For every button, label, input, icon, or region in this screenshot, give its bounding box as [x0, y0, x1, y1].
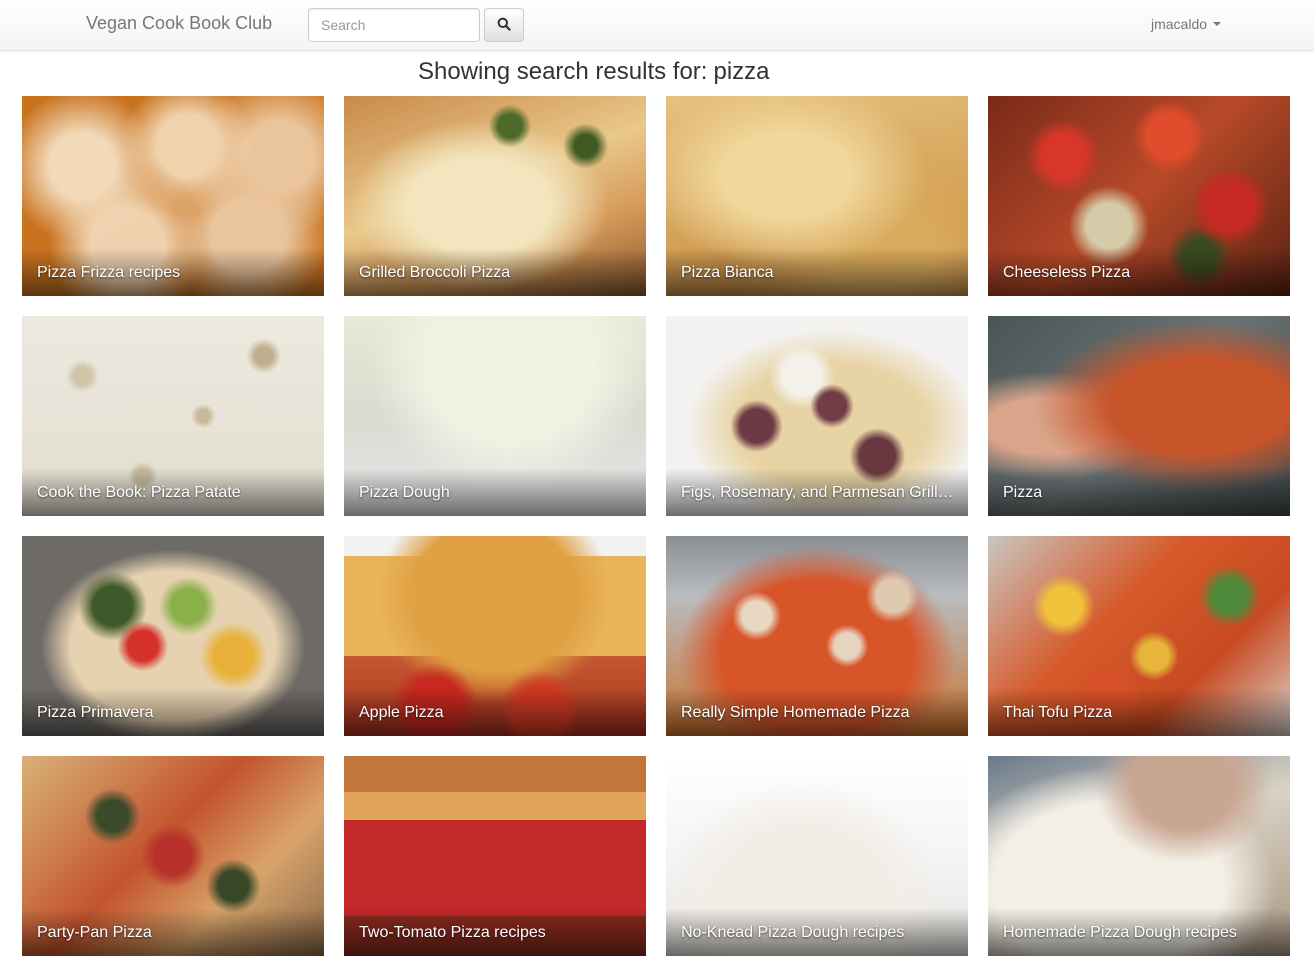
- recipe-title: Pizza: [1003, 484, 1043, 501]
- recipe-card[interactable]: Grilled Broccoli Pizza: [344, 96, 646, 296]
- recipe-grid: Pizza Frizza recipes Grilled Broccoli Pi…: [22, 96, 1290, 960]
- recipe-card[interactable]: No-Knead Pizza Dough recipes: [666, 756, 968, 956]
- results-heading: Showing search results for: pizza: [418, 58, 770, 86]
- recipe-card[interactable]: Party-Pan Pizza: [22, 756, 324, 956]
- recipe-card[interactable]: Pizza Bianca: [666, 96, 968, 296]
- recipe-title: No-Knead Pizza Dough recipes: [681, 924, 905, 941]
- recipe-title: Thai Tofu Pizza: [1003, 704, 1113, 721]
- recipe-title: Pizza Dough: [359, 484, 450, 501]
- recipe-title: Grilled Broccoli Pizza: [359, 264, 511, 281]
- username: jmacaldo: [1151, 16, 1208, 32]
- recipe-card[interactable]: Really Simple Homemade Pizza: [666, 536, 968, 736]
- recipe-card[interactable]: Figs, Rosemary, and Parmesan Grilled…: [666, 316, 968, 516]
- recipe-title: Cook the Book: Pizza Patate: [37, 484, 241, 501]
- recipe-title: Cheeseless Pizza: [1003, 264, 1131, 281]
- recipe-title: Figs, Rosemary, and Parmesan Grilled…: [681, 484, 960, 501]
- recipe-card[interactable]: Apple Pizza: [344, 536, 646, 736]
- navbar: Vegan Cook Book Club jmacaldo: [0, 0, 1314, 51]
- recipe-card[interactable]: Cheeseless Pizza: [988, 96, 1290, 296]
- recipe-title: Really Simple Homemade Pizza: [681, 704, 910, 721]
- user-menu-dropdown[interactable]: jmacaldo: [1151, 16, 1222, 32]
- recipe-title: Homemade Pizza Dough recipes: [1003, 924, 1237, 941]
- brand-link[interactable]: Vegan Cook Book Club: [86, 13, 272, 34]
- search-icon: [497, 17, 511, 34]
- recipe-card[interactable]: Homemade Pizza Dough recipes: [988, 756, 1290, 956]
- recipe-card[interactable]: Pizza Primavera: [22, 536, 324, 736]
- recipe-title: Pizza Frizza recipes: [37, 264, 181, 281]
- recipe-title: Pizza Bianca: [681, 264, 774, 281]
- recipe-title: Two-Tomato Pizza recipes: [359, 924, 546, 941]
- recipe-card[interactable]: Pizza Dough: [344, 316, 646, 516]
- results-heading-prefix: Showing search results for:: [418, 58, 708, 85]
- recipe-card[interactable]: Thai Tofu Pizza: [988, 536, 1290, 736]
- search-input[interactable]: [308, 8, 480, 42]
- recipe-card[interactable]: Two-Tomato Pizza recipes: [344, 756, 646, 956]
- recipe-title: Pizza Primavera: [37, 704, 154, 721]
- search-query: pizza: [713, 58, 770, 85]
- recipe-title: Apple Pizza: [359, 704, 444, 721]
- recipe-card[interactable]: Cook the Book: Pizza Patate: [22, 316, 324, 516]
- search-button[interactable]: [484, 8, 524, 42]
- recipe-card[interactable]: Pizza: [988, 316, 1290, 516]
- recipe-card[interactable]: Pizza Frizza recipes: [22, 96, 324, 296]
- caret-down-icon: [1213, 22, 1222, 26]
- recipe-title: Party-Pan Pizza: [37, 924, 152, 941]
